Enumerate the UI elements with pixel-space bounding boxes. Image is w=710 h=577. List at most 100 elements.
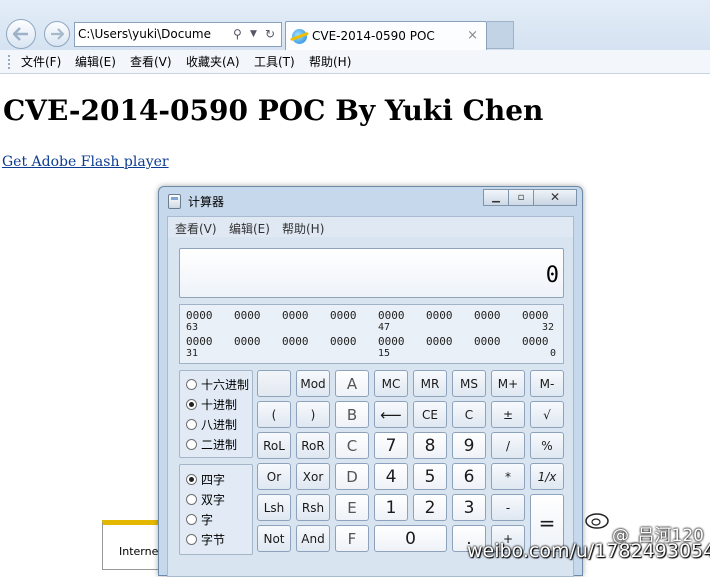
key-b[interactable]: B [335, 401, 369, 428]
address-text[interactable]: C:\Users\yuki\Docume [78, 23, 218, 46]
close-button[interactable]: ✕ [533, 189, 577, 206]
radio-button-checked[interactable] [186, 399, 197, 410]
key-multiply[interactable]: * [491, 463, 525, 490]
bits-nibble[interactable]: 0000 [378, 335, 405, 348]
search-icon[interactable]: ⚲ [233, 23, 242, 46]
key-mod[interactable]: Mod [296, 370, 330, 397]
key-e[interactable]: E [335, 494, 369, 521]
key-sqrt[interactable]: √ [530, 401, 564, 428]
bits-nibble[interactable]: 0000 [378, 309, 405, 322]
key-open-paren[interactable]: ( [257, 401, 291, 428]
minimize-button[interactable]: ▁ [483, 189, 509, 206]
key-9[interactable]: 9 [452, 432, 486, 459]
bits-nibble[interactable]: 0000 [426, 309, 453, 322]
back-button[interactable] [6, 19, 36, 49]
bits-nibble[interactable]: 0000 [330, 309, 357, 322]
menu-view[interactable]: 查看(V) [130, 50, 172, 74]
dropdown-icon[interactable]: ▼ [250, 23, 257, 46]
key-ror[interactable]: RoR [296, 432, 330, 459]
key-rsh[interactable]: Rsh [296, 494, 330, 521]
radio-label: 十进制 [201, 398, 238, 412]
radio-button-checked[interactable] [186, 474, 197, 485]
key-hex-c[interactable]: C [335, 432, 369, 459]
bits-nibble[interactable]: 0000 [474, 335, 501, 348]
key-m-minus[interactable]: M- [530, 370, 564, 397]
bits-nibble[interactable]: 0000 [282, 335, 309, 348]
key-a[interactable]: A [335, 370, 369, 397]
radio-button[interactable] [186, 419, 197, 430]
key-0[interactable]: 0 [374, 525, 447, 552]
key-4[interactable]: 4 [374, 463, 408, 490]
bits-nibble[interactable]: 0000 [522, 335, 549, 348]
calculator-titlebar[interactable]: 计算器 ▁ ▫ ✕ [159, 187, 582, 215]
key-c[interactable]: C [452, 401, 486, 428]
address-bar[interactable]: C:\Users\yuki\Docume ⚲ ▼ ↻ [74, 22, 282, 47]
key-close-paren[interactable]: ) [296, 401, 330, 428]
key-and[interactable]: And [296, 525, 330, 552]
key-mr[interactable]: MR [413, 370, 447, 397]
radio-button[interactable] [186, 379, 197, 390]
key-2[interactable]: 2 [413, 494, 447, 521]
tab-active[interactable]: CVE-2014-0590 POC × [285, 21, 487, 50]
toolbar-grip [8, 55, 12, 69]
calc-menu-help[interactable]: 帮助(H) [282, 220, 324, 237]
menu-favorites[interactable]: 收藏夹(A) [186, 50, 240, 74]
key-reciprocal[interactable]: 1/x [530, 463, 564, 490]
key-xor[interactable]: Xor [296, 463, 330, 490]
key-6[interactable]: 6 [452, 463, 486, 490]
bits-nibble[interactable]: 0000 [426, 335, 453, 348]
radio-button[interactable] [186, 534, 197, 545]
radio-label: 字 [201, 513, 214, 527]
key-or[interactable]: Or [257, 463, 291, 490]
key-lsh[interactable]: Lsh [257, 494, 291, 521]
ie-logo-icon [292, 29, 307, 44]
radio-button[interactable] [186, 494, 197, 505]
bits-nibble[interactable]: 0000 [234, 335, 261, 348]
bits-nibble[interactable]: 0000 [234, 309, 261, 322]
key-subtract[interactable]: - [491, 494, 525, 521]
key-rol[interactable]: RoL [257, 432, 291, 459]
flash-player-link[interactable]: Get Adobe Flash player [2, 154, 169, 170]
key-blank[interactable] [257, 370, 291, 397]
key-8[interactable]: 8 [413, 432, 447, 459]
close-tab-icon[interactable]: × [467, 22, 478, 50]
radio-button[interactable] [186, 439, 197, 450]
calculator-window: 计算器 ▁ ▫ ✕ 查看(V) 编辑(E) 帮助(H) 0 0000 0000 … [158, 186, 583, 577]
key-5[interactable]: 5 [413, 463, 447, 490]
bits-nibble[interactable]: 0000 [282, 309, 309, 322]
key-ce[interactable]: CE [413, 401, 447, 428]
radio-button[interactable] [186, 514, 197, 525]
display-value: 0 [545, 263, 559, 288]
menu-file[interactable]: 文件(F) [21, 50, 61, 74]
radio-label: 双字 [201, 493, 226, 507]
menu-edit[interactable]: 编辑(E) [75, 50, 116, 74]
bits-nibble[interactable]: 0000 [522, 309, 549, 322]
key-not[interactable]: Not [257, 525, 291, 552]
bits-nibble[interactable]: 0000 [186, 335, 213, 348]
calculator-icon [168, 194, 181, 209]
bits-nibble[interactable]: 0000 [186, 309, 213, 322]
key-ms[interactable]: MS [452, 370, 486, 397]
forward-button[interactable] [44, 21, 70, 47]
calc-menu-edit[interactable]: 编辑(E) [229, 220, 270, 237]
new-tab-button[interactable] [487, 21, 514, 49]
calc-menu-view[interactable]: 查看(V) [175, 220, 217, 237]
key-divide[interactable]: / [491, 432, 525, 459]
key-1[interactable]: 1 [374, 494, 408, 521]
key-backspace[interactable]: ⟵ [374, 401, 408, 428]
key-d[interactable]: D [335, 463, 369, 490]
key-m-plus[interactable]: M+ [491, 370, 525, 397]
maximize-button[interactable]: ▫ [508, 189, 534, 206]
refresh-icon[interactable]: ↻ [265, 23, 275, 46]
key-mc[interactable]: MC [374, 370, 408, 397]
key-3[interactable]: 3 [452, 494, 486, 521]
key-7[interactable]: 7 [374, 432, 408, 459]
menu-help[interactable]: 帮助(H) [309, 50, 351, 74]
radio-label: 八进制 [201, 418, 238, 432]
key-percent[interactable]: % [530, 432, 564, 459]
menu-tools[interactable]: 工具(T) [254, 50, 295, 74]
key-plus-minus[interactable]: ± [491, 401, 525, 428]
key-f[interactable]: F [335, 525, 369, 552]
bits-nibble[interactable]: 0000 [474, 309, 501, 322]
bits-nibble[interactable]: 0000 [330, 335, 357, 348]
